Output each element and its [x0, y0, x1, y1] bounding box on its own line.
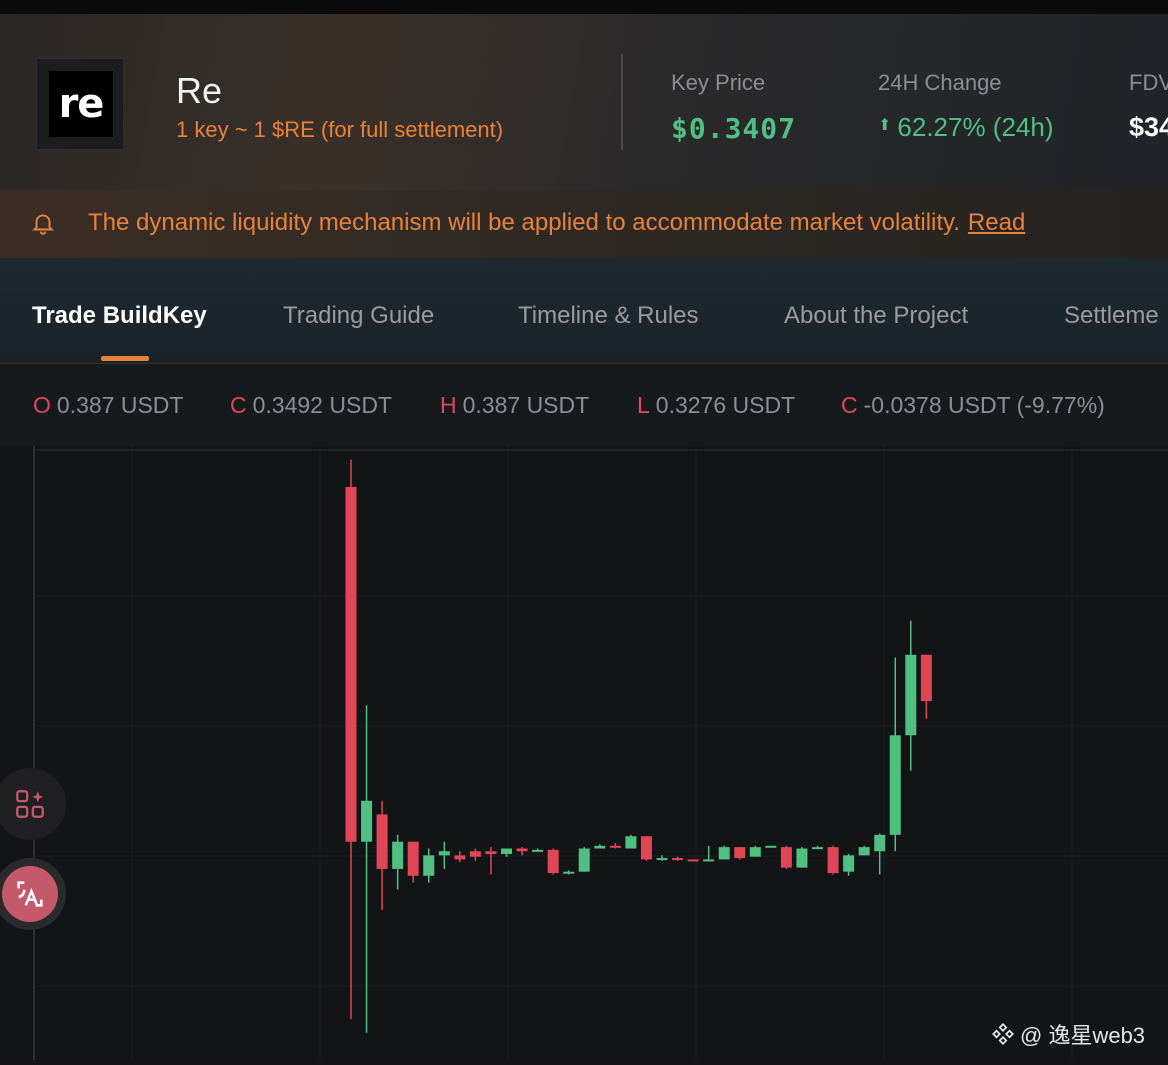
watermark: @ 逸星web3 — [990, 1018, 1145, 1050]
candle-up — [563, 871, 575, 874]
candle-down — [407, 841, 419, 876]
candle-up — [392, 841, 404, 869]
fdv-label: FDV — [1129, 70, 1168, 95]
ohlc-high: H 0.387 USDT — [440, 392, 590, 418]
price-chart[interactable] — [0, 446, 1168, 1060]
notice-banner: The dynamic liquidity mechanism will be … — [0, 190, 1168, 258]
ohlc-change: C -0.0378 USDT (-9.77%) — [841, 392, 1105, 418]
ohlc-bar: O 0.387 USDT C 0.3492 USDT H 0.387 USDT L 0.… — [0, 364, 1168, 448]
candlestick-chart[interactable] — [0, 446, 1168, 1060]
candle-up — [594, 845, 606, 849]
key-price-label: Key Price — [671, 70, 766, 95]
candle-up — [656, 858, 668, 861]
notice-message: The dynamic liquidity mechanism will be … — [88, 209, 960, 236]
chart-candles — [345, 459, 932, 1033]
candle-down — [920, 654, 932, 702]
apps-sparkle-icon — [16, 790, 44, 818]
candle-up — [423, 855, 435, 876]
candle-up — [578, 848, 590, 872]
candle-up — [361, 800, 373, 842]
tab-bar: Trade BuildKey Trading Guide Timeline & … — [0, 258, 1168, 364]
tab-trade-buildkey[interactable]: Trade BuildKey — [32, 302, 207, 330]
project-header: re Re 1 key ~ 1 $RE (for full settlement… — [0, 14, 1168, 190]
ohlc-close: C 0.3492 USDT — [230, 392, 392, 418]
candle-down — [376, 814, 388, 869]
candle-up — [796, 848, 808, 868]
change-24h-value: ⬆ 62.27% (24h) — [878, 112, 1054, 143]
notice-text: The dynamic liquidity mechanism will be … — [88, 209, 1025, 237]
candle-down — [687, 859, 699, 862]
candle-up — [532, 849, 544, 852]
candle-up — [812, 847, 823, 850]
candle-down — [734, 847, 746, 859]
candle-up — [889, 735, 901, 835]
candle-up — [718, 847, 730, 860]
candle-down — [780, 847, 792, 868]
change-24h-label: 24H Change — [878, 70, 1002, 95]
candle-down — [640, 836, 652, 860]
tab-about-project[interactable]: About the Project — [784, 302, 968, 330]
candle-up — [765, 845, 777, 848]
key-price-value: $0.3407 — [671, 112, 797, 145]
watermark-text: @ 逸星web3 — [1020, 1023, 1146, 1048]
bell-icon — [31, 214, 55, 235]
candle-down — [609, 845, 621, 848]
tab-timeline-rules[interactable]: Timeline & Rules — [518, 302, 699, 330]
candle-down — [516, 848, 528, 852]
candle-down — [672, 858, 684, 861]
candle-down — [454, 855, 466, 860]
candle-down — [345, 486, 357, 842]
candle-down — [469, 851, 481, 857]
candle-down — [485, 851, 497, 854]
candle-up — [843, 855, 855, 872]
project-name: Re — [176, 70, 223, 111]
fdv-value: $34 — [1129, 112, 1168, 142]
candle-up — [749, 847, 761, 857]
candle-up — [905, 654, 917, 736]
notice-read-link[interactable]: Read — [968, 209, 1025, 236]
ohlc-low: L 0.3276 USDT — [637, 392, 796, 418]
candle-up — [858, 847, 870, 856]
logo-mark: re — [49, 71, 113, 137]
tab-trading-guide[interactable]: Trading Guide — [283, 302, 434, 330]
ohlc-open: O 0.387 USDT — [33, 392, 184, 418]
project-subtitle: 1 key ~ 1 $RE (for full settlement) — [176, 117, 504, 142]
top-strip — [0, 0, 1168, 14]
candle-up — [438, 851, 450, 856]
active-tab-indicator — [101, 356, 149, 361]
header-divider — [621, 54, 623, 150]
chart-grid — [33, 446, 1168, 1060]
project-logo: re — [36, 58, 124, 150]
translate-badge — [2, 866, 58, 922]
candle-down — [827, 847, 839, 874]
binance-logo-icon — [992, 1023, 1014, 1045]
candle-up — [874, 834, 886, 852]
translate-icon — [17, 881, 43, 907]
candle-down — [547, 849, 559, 874]
candle-up — [625, 836, 637, 849]
candle-up — [501, 848, 512, 854]
change-24h-text: 62.27% (24h) — [897, 112, 1054, 142]
arrow-up-icon: ⬆ — [878, 117, 892, 134]
tab-settlement[interactable]: Settleme — [1064, 302, 1159, 330]
candle-up — [703, 859, 715, 862]
